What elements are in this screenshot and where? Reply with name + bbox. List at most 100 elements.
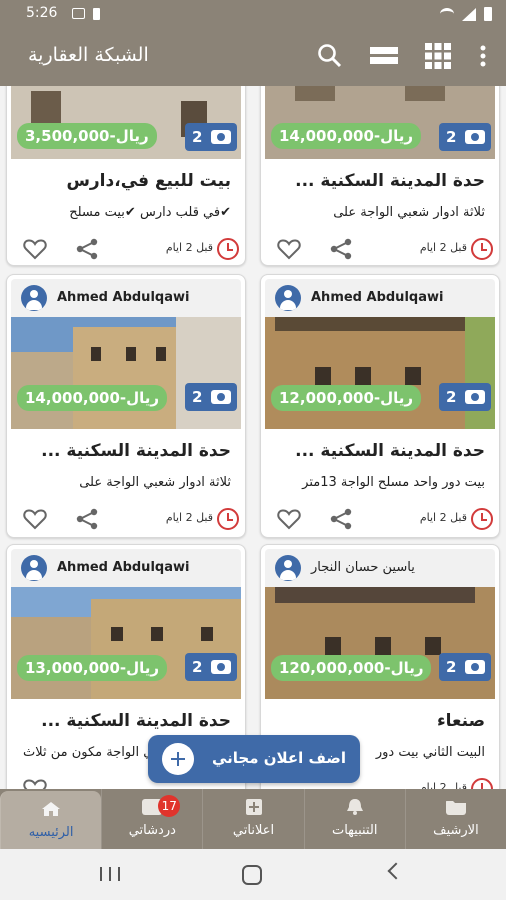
plus-icon	[162, 743, 194, 775]
price-badge: 12,000,000-ريال	[271, 385, 422, 411]
camera-icon	[211, 130, 231, 144]
owner-name: Ahmed Abdulqawi	[57, 560, 190, 575]
price-badge: 120,000,000-ريال	[271, 655, 432, 681]
battery-icon	[484, 7, 492, 21]
nav-archive[interactable]: الارشيف	[404, 789, 506, 849]
battery-saver-icon	[93, 8, 100, 20]
listing-description: بيت دور واحد مسلح الواجة 13متر	[302, 475, 485, 490]
posted-time: قبل 2 ايام	[419, 241, 467, 254]
bell-icon	[346, 799, 363, 815]
price-badge: 14,000,000-ريال	[17, 385, 168, 411]
avatar	[275, 285, 301, 311]
card-owner-header: Ahmed Abdulqawi	[11, 279, 241, 317]
nav-my-ads[interactable]: اعلاناتي	[202, 789, 303, 849]
photo-count[interactable]: 2	[185, 123, 237, 151]
posted-time: قبل 2 ايام	[165, 241, 213, 254]
listing-card[interactable]: Ahmed Abdulqawi 12,000,000-ريال 2 حدة ال…	[260, 274, 500, 538]
clock-icon	[217, 508, 239, 530]
listing-title[interactable]: صنعاء	[437, 711, 485, 731]
heart-icon[interactable]	[277, 238, 301, 260]
share-icon[interactable]	[329, 238, 353, 260]
listing-footer: قبل 2 ايام	[7, 233, 245, 265]
share-icon[interactable]	[75, 508, 99, 530]
price-badge: 14,000,000-ريال	[271, 123, 422, 149]
nav-label: الارشيف	[433, 823, 479, 838]
search-icon[interactable]	[316, 42, 344, 70]
status-time: 5:26	[26, 5, 58, 21]
recent-apps-icon[interactable]	[100, 867, 120, 881]
photo-count[interactable]: 2	[185, 383, 237, 411]
status-bar: 5:26	[0, 0, 506, 28]
photo-count[interactable]: 2	[439, 123, 491, 151]
avatar	[21, 555, 47, 581]
camera-icon	[211, 660, 231, 674]
listing-photo[interactable]: 14,000,000-ريال 2	[11, 317, 241, 429]
unread-badge: 17	[158, 795, 181, 817]
back-icon[interactable]	[387, 862, 405, 880]
listings-feed[interactable]: 3,500,000-ريال 2 بيت للبيع في،دارس ✔في ق…	[0, 86, 506, 789]
posted-time: قبل 2 ايام	[419, 781, 467, 789]
listing-title[interactable]: حدة المدينة السكنية ...	[295, 441, 485, 461]
camera-icon	[211, 390, 231, 404]
nav-label: التنبيهات	[331, 823, 378, 838]
add-free-ad-button[interactable]: اضف اعلان مجاني	[148, 735, 360, 783]
clock-icon	[471, 778, 493, 789]
avatar	[275, 555, 301, 581]
owner-name: Ahmed Abdulqawi	[311, 290, 444, 305]
home-button-icon[interactable]	[242, 865, 262, 885]
list-view-icon[interactable]	[370, 42, 398, 70]
listing-photo[interactable]: 3,500,000-ريال 2	[11, 86, 241, 159]
posted-time: قبل 2 ايام	[419, 511, 467, 524]
signal-icon	[462, 7, 476, 21]
app-bar-actions	[316, 42, 488, 70]
listing-photo[interactable]: 12,000,000-ريال 2	[265, 317, 495, 429]
heart-icon[interactable]	[23, 238, 47, 260]
nav-label: اعلاناتي	[232, 823, 275, 838]
owner-name: ياسين حسان النجار	[311, 560, 415, 575]
listing-title[interactable]: حدة المدينة السكنية ...	[41, 441, 231, 461]
listing-card[interactable]: Ahmed Abdulqawi 14,000,000-ريال 2 حدة ال…	[6, 274, 246, 538]
photo-count[interactable]: 2	[439, 383, 491, 411]
heart-icon[interactable]	[277, 508, 301, 530]
listing-footer: قبل 2 ايام	[261, 233, 499, 265]
photo-count[interactable]: 2	[439, 653, 491, 681]
clock-icon	[471, 238, 493, 260]
add-free-ad-label: اضف اعلان مجاني	[211, 749, 346, 767]
home-icon	[42, 802, 61, 816]
heart-icon[interactable]	[23, 778, 47, 789]
laptop-icon	[72, 8, 85, 19]
avatar	[21, 285, 47, 311]
camera-icon	[465, 660, 485, 674]
listing-description: ✔في قلب دارس ✔بيت مسلح	[69, 205, 231, 220]
more-vert-icon[interactable]	[478, 42, 488, 70]
listing-footer: قبل 2 ايام	[7, 503, 245, 537]
owner-name: Ahmed Abdulqawi	[57, 290, 190, 305]
nav-home[interactable]: الرئيسيه	[0, 791, 102, 849]
listing-photo[interactable]: 120,000,000-ريال 2	[265, 587, 495, 699]
system-nav-bar	[0, 849, 506, 900]
listing-card[interactable]: 14,000,000-ريال 2 حدة المدينة السكنية ..…	[260, 86, 500, 266]
card-owner-header: Ahmed Abdulqawi	[265, 279, 495, 317]
listing-title[interactable]: حدة المدينة السكنية ...	[295, 171, 485, 191]
folder-icon	[445, 801, 466, 815]
app-bar: الشبكة العقارية	[0, 28, 506, 86]
camera-icon	[465, 130, 485, 144]
add-box-icon	[245, 799, 262, 815]
listing-photo[interactable]: 13,000,000-ريال 2	[11, 587, 241, 699]
photo-count[interactable]: 2	[185, 653, 237, 681]
price-badge: 13,000,000-ريال	[17, 655, 168, 681]
share-icon[interactable]	[75, 238, 99, 260]
wifi-icon	[440, 8, 454, 20]
listing-title[interactable]: بيت للبيع في،دارس	[66, 171, 231, 191]
listing-card[interactable]: 3,500,000-ريال 2 بيت للبيع في،دارس ✔في ق…	[6, 86, 246, 266]
nav-chats[interactable]: 17 دردشاتي	[101, 789, 202, 849]
clock-icon	[471, 508, 493, 530]
listing-title[interactable]: حدة المدينة السكنية ...	[41, 711, 231, 731]
nav-alerts[interactable]: التنبيهات	[303, 789, 405, 849]
heart-icon[interactable]	[23, 508, 47, 530]
listing-photo[interactable]: 14,000,000-ريال 2	[265, 86, 495, 159]
share-icon[interactable]	[329, 508, 353, 530]
nav-label: دردشاتي	[128, 823, 176, 838]
clock-icon	[217, 238, 239, 260]
grid-view-icon[interactable]	[424, 42, 452, 70]
